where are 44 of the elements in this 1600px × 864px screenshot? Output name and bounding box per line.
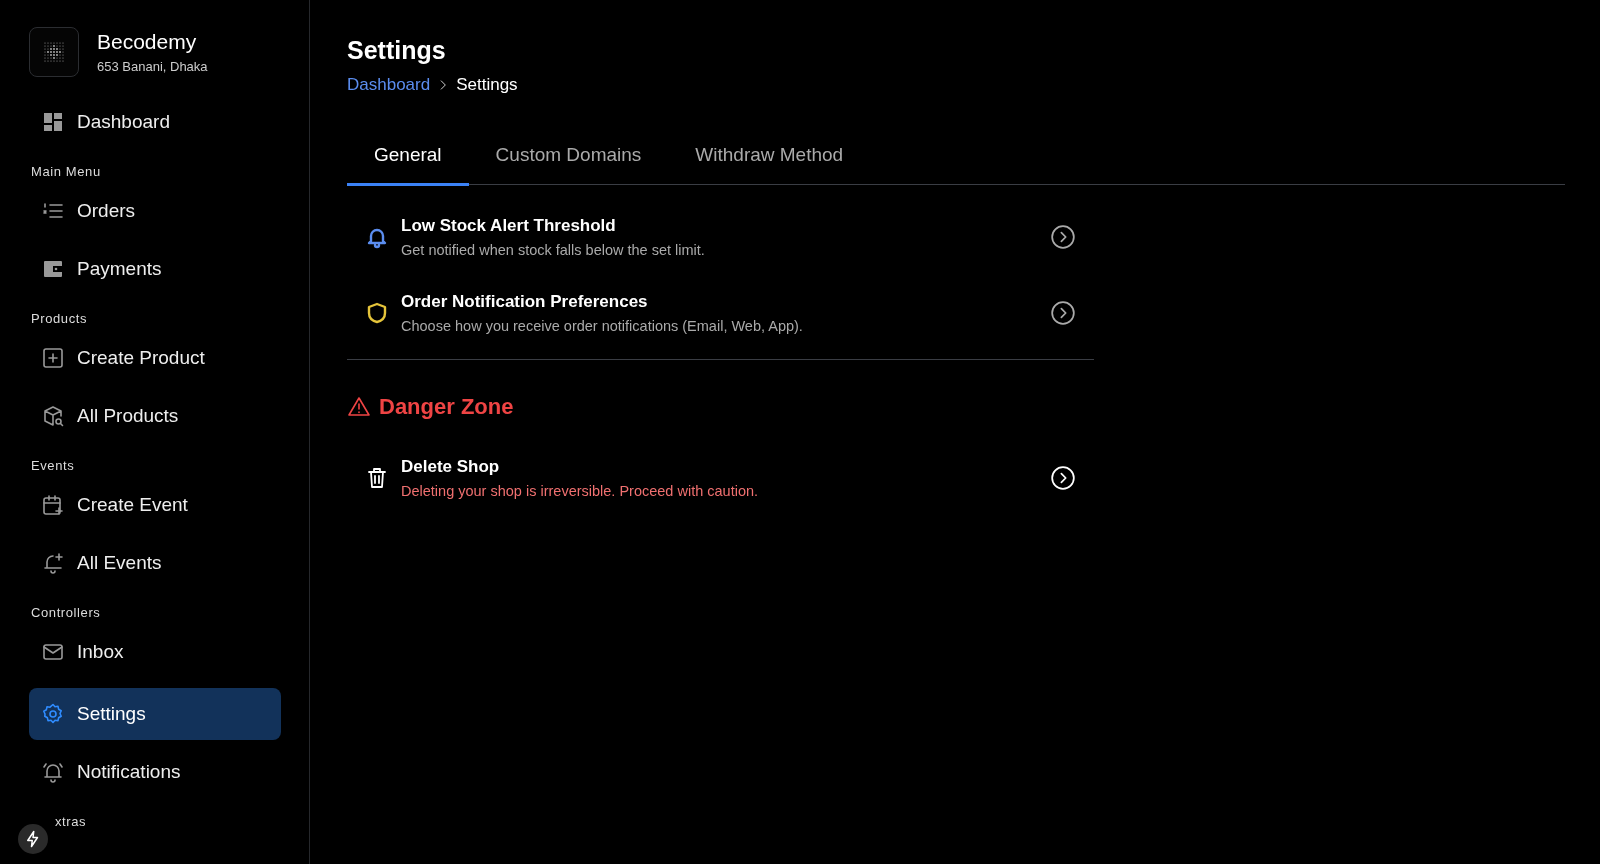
sidebar-item[interactable]: Inbox	[29, 630, 281, 674]
section-label: Events	[30, 457, 76, 475]
chevron-circle-icon	[1050, 224, 1076, 250]
dashboard-icon	[41, 110, 65, 134]
section-label: Products	[30, 310, 89, 328]
setting-title: Low Stock Alert Threshold	[401, 216, 617, 236]
tab[interactable]: Withdraw Method	[668, 130, 871, 186]
sidebar-item[interactable]: Orders	[29, 189, 281, 233]
sidebar-item[interactable]: Payments	[29, 247, 281, 291]
breadcrumb-current: Settings	[456, 75, 518, 95]
chevron-circle-icon	[1050, 300, 1076, 326]
setting-description: Choose how you receive order notifications (Email, Web, App).	[401, 318, 804, 334]
setting-description: Get notified when stock falls below the set limit.	[401, 242, 706, 258]
section-label: Main Menu	[30, 163, 102, 181]
sidebar-item[interactable]: Notifications	[29, 750, 281, 794]
calendar-plus-icon	[41, 493, 65, 517]
section-label: Controllers	[30, 604, 102, 622]
setting-title: Delete Shop	[401, 457, 501, 477]
lightning-button[interactable]	[18, 824, 48, 854]
sidebar-item[interactable]: All Events	[29, 541, 281, 585]
warning-text: Deleting your shop is irreversible. Proceed with caution.	[401, 483, 760, 499]
section-label: xtras	[54, 813, 88, 831]
gear-icon	[41, 702, 65, 726]
sidebar-item[interactable]: Create Event	[29, 483, 281, 527]
warning-icon	[347, 395, 371, 419]
sidebar-item[interactable]: All Products	[29, 394, 281, 438]
danger-zone-heading: Danger Zone	[347, 394, 1094, 420]
page-title: Settings	[347, 36, 447, 65]
chevron-circle-icon	[1050, 465, 1076, 491]
bell-plus-icon	[41, 551, 65, 575]
trash-icon	[365, 466, 389, 490]
plus-square-icon	[41, 346, 65, 370]
tab[interactable]: General	[347, 130, 469, 186]
sidebar-item[interactable]: Create Product	[29, 336, 281, 380]
tab[interactable]: Custom Domains	[468, 130, 669, 186]
brand-logo	[29, 27, 79, 77]
package-search-icon	[41, 404, 65, 428]
brand-name: Becodemy	[97, 30, 198, 54]
bell-ring-icon	[41, 760, 65, 784]
sidebar-item[interactable]: Settings	[29, 688, 281, 740]
brand-address: 653 Banani, Dhaka	[97, 59, 208, 74]
sidebar-item[interactable]: Dashboard	[29, 100, 281, 144]
setting-title: Order Notification Preferences	[401, 292, 649, 312]
breadcrumb-link[interactable]: Dashboard	[347, 75, 431, 95]
